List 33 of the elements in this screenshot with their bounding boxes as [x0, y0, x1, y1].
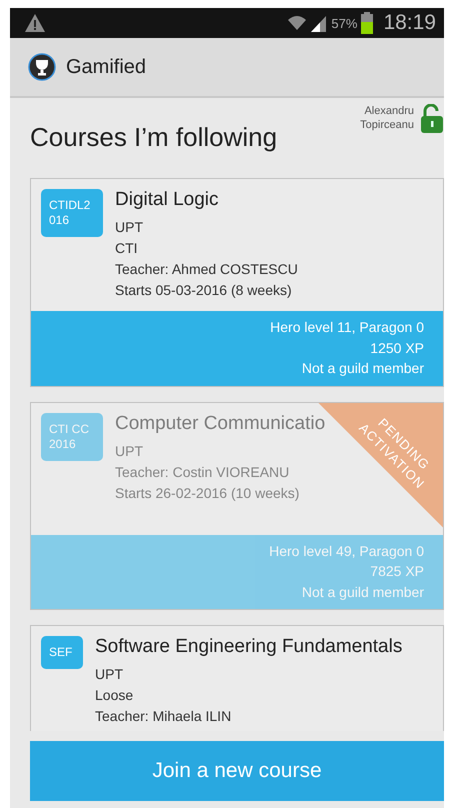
- user-name: Alexandru Topirceanu: [359, 104, 414, 133]
- course-detail: UPT: [95, 665, 124, 684]
- course-detail: UPT: [115, 442, 144, 460]
- signal-icon: [311, 14, 328, 32]
- course-detail: Teacher: Costin VIOREANU: [115, 462, 290, 482]
- course-detail: Teacher: Mihaela ILIN: [95, 707, 232, 726]
- course-detail: Starts 05-03-2016 (8 weeks): [115, 281, 293, 300]
- course-code-badge: CTIDL2016: [41, 189, 103, 237]
- course-stat: Not a guild member: [302, 582, 424, 602]
- course-card[interactable]: CTIDL2016 Digital Logic UPT CTI Teacher: Ahmed COSTESCU Starts 05-03-2016 (8 weeks) Hero level 11, Paragon 0 1250 XP Not a guild member: [30, 178, 444, 386]
- page-title: Courses I’m following: [30, 122, 278, 153]
- trophy-icon: [28, 53, 56, 81]
- course-stat: 1250 XP: [370, 338, 424, 358]
- course-code-badge: CTI CC 2016: [41, 412, 103, 460]
- course-detail: Starts 26-02-2016 (10 weeks): [115, 484, 300, 503]
- padlock-icon[interactable]: [420, 104, 444, 134]
- course-stat: Hero level 11, Paragon 0: [270, 318, 424, 337]
- course-detail: Teacher: Ahmed COSTESCU: [115, 260, 298, 279]
- course-stat: Not a guild member: [302, 359, 424, 378]
- course-code-badge: SEF: [41, 636, 83, 669]
- course-card[interactable]: SEF Software Engineering Fundamentals UPT Loose Teacher: Mihaela ILIN: [30, 625, 444, 731]
- course-stat: 7825 XP: [370, 562, 424, 581]
- course-detail: CTI: [115, 239, 139, 258]
- battery-percent: 57%: [331, 16, 358, 30]
- warning-icon: [24, 13, 46, 33]
- course-stat: Hero level 49, Paragon 0: [269, 542, 424, 561]
- app-title: Gamified: [66, 56, 146, 78]
- course-title: Software Engineering Fundamentals: [95, 636, 402, 658]
- course-detail: UPT: [115, 218, 144, 237]
- course-detail: Loose: [95, 686, 134, 705]
- clock: 18:19: [383, 11, 436, 35]
- battery-icon: [361, 12, 374, 34]
- course-title: Digital Logic: [115, 189, 220, 211]
